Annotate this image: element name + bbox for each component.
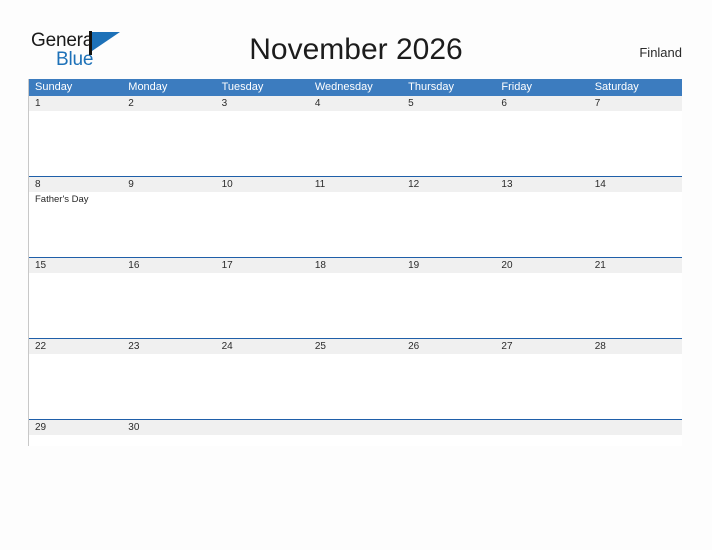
day-cell[interactable] <box>495 111 588 176</box>
day-cell <box>495 435 588 446</box>
day-cell <box>402 435 495 446</box>
day-cell[interactable] <box>29 111 122 176</box>
day-cell[interactable] <box>122 192 215 257</box>
day-number[interactable]: 29 <box>29 420 122 435</box>
day-cell <box>589 435 682 446</box>
event-label: Father's Day <box>35 194 89 205</box>
week-date-band: 22 23 24 25 26 27 28 <box>29 339 682 354</box>
day-number[interactable]: 16 <box>122 258 215 273</box>
weekday-saturday: Saturday <box>594 81 639 93</box>
weekday-monday: Monday <box>128 81 168 93</box>
weekday-header-row: Sunday Monday Tuesday Wednesday Thursday… <box>29 79 682 96</box>
week-event-band <box>29 435 682 446</box>
weekday-sunday: Sunday <box>35 81 73 93</box>
day-cell[interactable] <box>402 111 495 176</box>
week-event-band <box>29 273 682 338</box>
day-cell[interactable] <box>309 192 402 257</box>
week-event-band: Father's Day <box>29 192 682 257</box>
week-row: 1 2 3 4 5 6 7 <box>29 96 682 176</box>
day-number[interactable]: 28 <box>589 339 682 354</box>
week-event-band <box>29 111 682 176</box>
day-number[interactable]: 6 <box>495 96 588 111</box>
day-cell[interactable] <box>216 354 309 419</box>
day-cell <box>216 435 309 446</box>
day-number[interactable]: 30 <box>122 420 215 435</box>
country-label: Finland <box>639 45 682 60</box>
day-number[interactable]: 17 <box>216 258 309 273</box>
day-number[interactable]: 13 <box>495 177 588 192</box>
week-date-band: 29 30 <box>29 420 682 435</box>
day-number[interactable]: 27 <box>495 339 588 354</box>
day-number[interactable]: 11 <box>309 177 402 192</box>
day-cell[interactable] <box>402 273 495 338</box>
day-cell[interactable] <box>402 354 495 419</box>
day-cell[interactable] <box>589 273 682 338</box>
page-title: November 2026 <box>249 33 463 66</box>
week-date-band: 8 9 10 11 12 13 14 <box>29 177 682 192</box>
day-number[interactable]: 7 <box>589 96 682 111</box>
week-row: 15 16 17 18 19 20 21 <box>29 257 682 338</box>
weekday-tuesday: Tuesday <box>221 81 264 93</box>
week-date-band: 15 16 17 18 19 20 21 <box>29 258 682 273</box>
week-date-band: 1 2 3 4 5 6 7 <box>29 96 682 111</box>
day-number[interactable]: 24 <box>216 339 309 354</box>
day-cell[interactable] <box>495 273 588 338</box>
week-event-band <box>29 354 682 419</box>
weekday-thursday: Thursday <box>408 81 454 93</box>
day-cell[interactable] <box>29 354 122 419</box>
day-cell[interactable] <box>309 111 402 176</box>
day-number[interactable]: 21 <box>589 258 682 273</box>
day-cell[interactable] <box>122 435 215 446</box>
day-cell[interactable] <box>122 273 215 338</box>
day-number[interactable]: 19 <box>402 258 495 273</box>
day-cell <box>309 435 402 446</box>
weekday-friday: Friday <box>501 81 532 93</box>
day-cell[interactable] <box>216 273 309 338</box>
day-cell[interactable] <box>29 273 122 338</box>
day-cell[interactable] <box>122 111 215 176</box>
weekday-wednesday: Wednesday <box>314 81 373 93</box>
week-row: 29 30 <box>29 419 682 446</box>
day-number[interactable]: 3 <box>216 96 309 111</box>
day-number[interactable]: 5 <box>402 96 495 111</box>
day-number[interactable]: 18 <box>309 258 402 273</box>
day-cell[interactable] <box>29 435 122 446</box>
day-number <box>402 420 495 435</box>
day-cell[interactable] <box>216 111 309 176</box>
day-number <box>589 420 682 435</box>
day-number[interactable]: 23 <box>122 339 215 354</box>
day-cell[interactable] <box>589 354 682 419</box>
day-cell[interactable] <box>495 192 588 257</box>
day-cell[interactable] <box>309 273 402 338</box>
day-number[interactable]: 14 <box>589 177 682 192</box>
page-header: General Blue November 2026 Finland <box>0 0 712 76</box>
day-number[interactable]: 15 <box>29 258 122 273</box>
day-cell[interactable] <box>309 354 402 419</box>
day-number[interactable]: 1 <box>29 96 122 111</box>
day-number[interactable]: 4 <box>309 96 402 111</box>
day-number <box>495 420 588 435</box>
calendar-page: General Blue November 2026 Finland Sunda… <box>0 0 712 550</box>
day-cell[interactable] <box>122 354 215 419</box>
day-cell[interactable] <box>589 192 682 257</box>
week-row: 8 9 10 11 12 13 14 Father's Day <box>29 176 682 257</box>
day-number[interactable]: 25 <box>309 339 402 354</box>
day-number[interactable]: 22 <box>29 339 122 354</box>
day-number[interactable]: 20 <box>495 258 588 273</box>
day-number[interactable]: 10 <box>216 177 309 192</box>
day-cell[interactable] <box>495 354 588 419</box>
day-number[interactable]: 8 <box>29 177 122 192</box>
day-number[interactable]: 26 <box>402 339 495 354</box>
day-number[interactable]: 12 <box>402 177 495 192</box>
day-cell[interactable] <box>216 192 309 257</box>
day-number <box>309 420 402 435</box>
day-number <box>216 420 309 435</box>
day-cell[interactable] <box>589 111 682 176</box>
day-cell[interactable]: Father's Day <box>29 192 122 257</box>
week-row: 22 23 24 25 26 27 28 <box>29 338 682 419</box>
day-number[interactable]: 9 <box>122 177 215 192</box>
day-number[interactable]: 2 <box>122 96 215 111</box>
calendar-grid: Sunday Monday Tuesday Wednesday Thursday… <box>28 79 682 446</box>
day-cell[interactable] <box>402 192 495 257</box>
